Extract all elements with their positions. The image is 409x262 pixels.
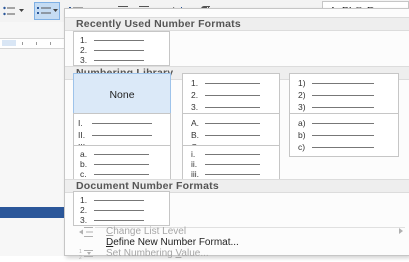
chevron-down-icon [18,9,24,12]
tile-line: 3) [298,102,374,112]
tile-line-label: 1. [191,78,199,88]
tile-line-label: ii. [191,159,198,169]
document-selection-highlight [0,207,64,218]
submenu-arrow-icon [399,228,403,234]
set-numbering-value-label: Set Numbering Value... [106,248,209,259]
tile-line-label: iii. [191,169,200,179]
tile-line: b) [298,130,374,140]
tile-line: ii. [191,159,260,169]
tile-line: i. [191,149,260,159]
tile-line-label: A. [191,118,200,128]
tile-line: 1) [298,78,374,88]
tile-line: 1. [80,195,144,205]
number-format-tile-numeric-period[interactable]: 1. 2. 3. [182,73,280,117]
tile-line: 1. [191,78,260,88]
ruler-tick [50,42,51,45]
numbering-button[interactable] [34,2,60,20]
numbering-dropdown: Recently Used Number Formats 1. 2. 3. Nu… [64,8,409,260]
tile-line: 3. [80,55,144,65]
tile-line: B. [191,130,260,140]
tile-line: II. [78,130,152,140]
tile-line-label: 1) [298,78,306,88]
menu-label-pre: Set Numbering [106,248,176,259]
tile-line: a) [298,118,374,128]
number-format-tile-roman-lower[interactable]: i. ii. iii. [182,145,280,180]
tile-line-label: b) [298,130,306,140]
tile-line: 2) [298,90,374,100]
tile-line-label: 3. [191,102,199,112]
tile-line: 1. [80,35,144,45]
tile-line-label: a. [80,149,88,159]
tile-line-label: b. [80,159,88,169]
chevron-down-icon [52,9,58,12]
tile-line-label: 2) [298,90,306,100]
tile-line-label: B. [191,130,200,140]
number-format-tile-numeric-paren[interactable]: 1) 2) 3) [289,73,399,117]
set-numbering-value-icon: 12 [79,249,93,260]
tile-line-label: c. [80,169,87,179]
number-format-tile-none[interactable]: None [73,73,171,117]
tile-line: c) [298,142,374,152]
tile-line: b. [80,159,149,169]
tile-line: iii. [191,169,260,179]
bullets-icon [3,6,15,16]
tile-line-label: 2. [80,205,88,215]
ruler [0,38,64,49]
ruler-tick [36,42,37,45]
tile-line: c. [80,169,149,179]
number-format-tile-alpha-lower[interactable]: a. b. c. [73,145,171,180]
tile-line: I. [78,118,152,128]
tile-line-label: 3) [298,102,306,112]
tile-line-label: II. [78,130,86,140]
set-numbering-value-item[interactable]: 12 Set Numbering Value... [65,246,409,262]
tile-line-label: 2. [191,90,199,100]
tile-line-label: I. [78,118,83,128]
number-format-tile-alpha-paren[interactable]: a) b) c) [289,113,399,157]
tile-line: 2. [80,45,144,55]
section-header-recent: Recently Used Number Formats [65,17,409,31]
bullets-button[interactable] [2,2,16,20]
tile-line: A. [191,118,260,128]
tile-line: 2. [80,205,144,215]
ruler-margin-marker[interactable] [2,40,16,46]
tile-line-label: c) [298,142,306,152]
tile-line-label: a) [298,118,306,128]
number-format-tile-recent[interactable]: 1. 2. 3. [73,31,170,66]
tile-line-label: 2. [80,45,88,55]
tile-line-label: i. [191,149,196,159]
ruler-tick [22,42,23,45]
bullets-dropdown-arrow[interactable] [17,2,25,20]
tile-line: 3. [191,102,260,112]
numbering-icon [36,6,51,14]
number-format-tile-document[interactable]: 1. 2. 3. [73,191,170,226]
tile-line-label: 1. [80,195,88,205]
tile-line: a. [80,149,149,159]
tile-line: 2. [191,90,260,100]
tile-line-label: 1. [80,35,88,45]
none-label: None [109,89,135,101]
document-area [0,22,64,256]
tile-line-label: 3. [80,55,88,65]
menu-label-rest: alue... [181,248,209,259]
